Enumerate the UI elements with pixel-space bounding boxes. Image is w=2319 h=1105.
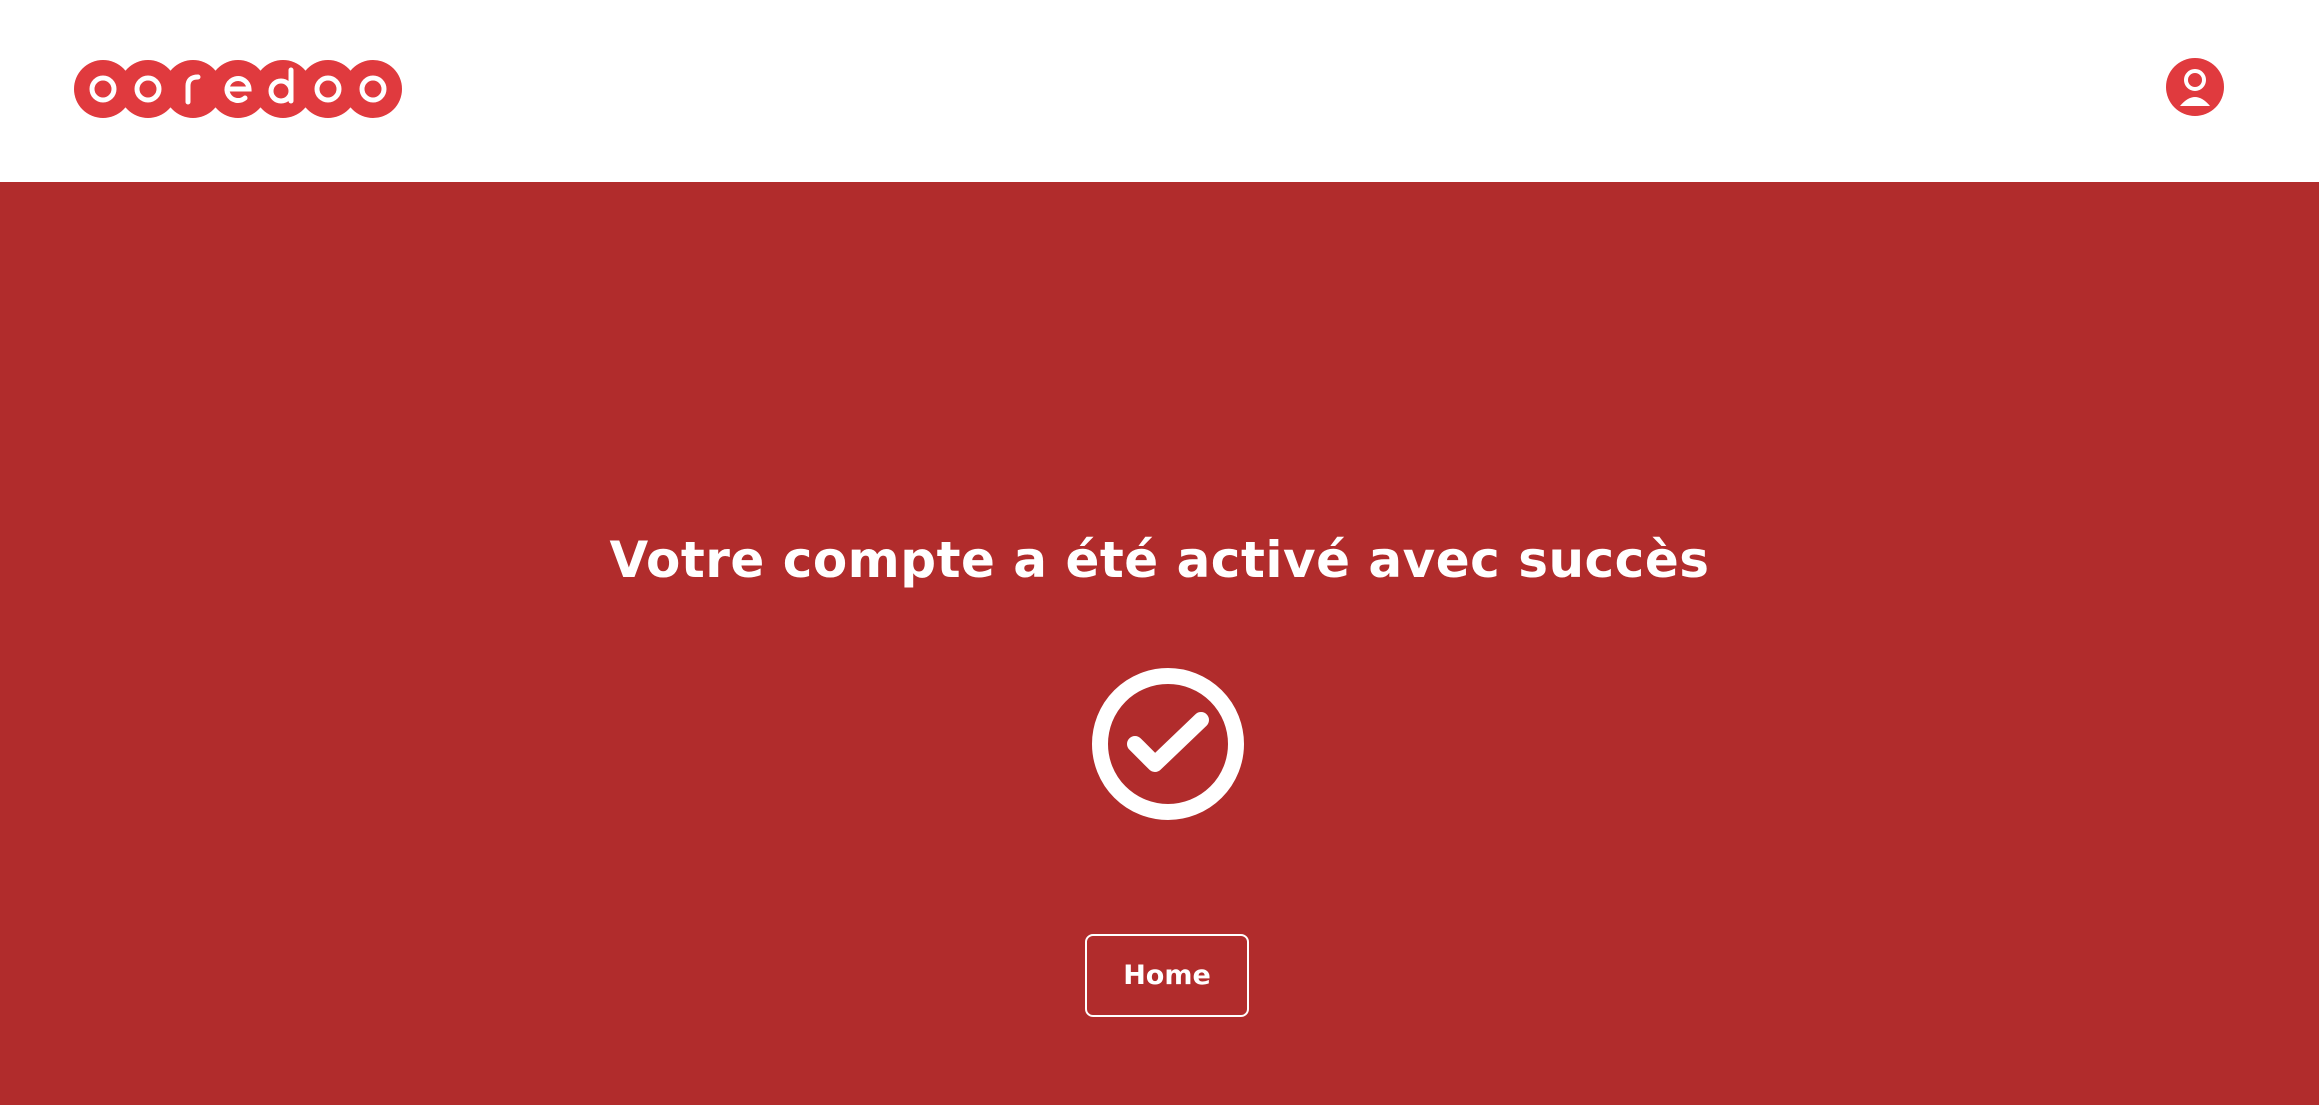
- success-message: Votre compte a été activé avec succès: [609, 531, 1710, 589]
- ooredoo-logo-icon: [74, 60, 402, 118]
- check-circle-icon: [1092, 668, 1244, 820]
- user-account-icon: [2180, 69, 2210, 106]
- ooredoo-logo[interactable]: [74, 56, 416, 122]
- main-content: Votre compte a été activé avec succès Ho…: [0, 182, 2319, 1105]
- home-button[interactable]: Home: [1085, 934, 1249, 1017]
- top-header: [0, 0, 2319, 182]
- account-button[interactable]: [2166, 58, 2224, 116]
